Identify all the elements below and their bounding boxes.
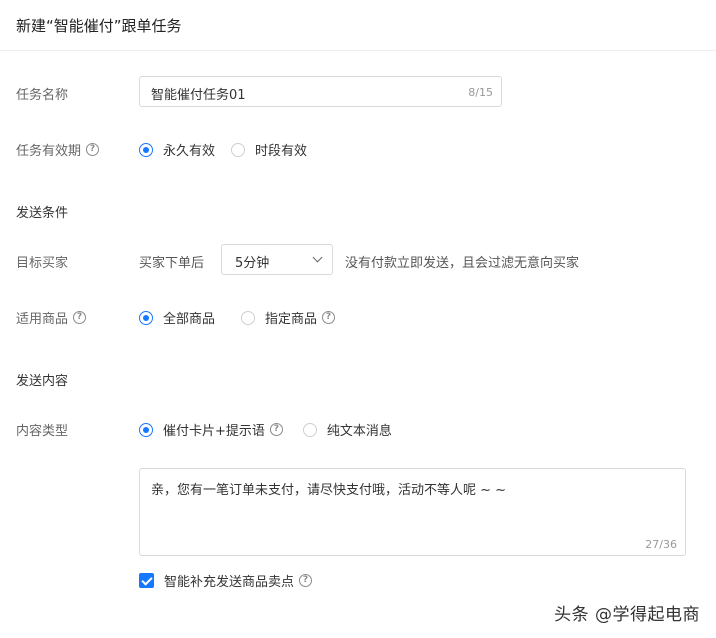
radio-card-plus-tip[interactable]: 催付卡片+提示语 ? [139, 420, 283, 439]
smart-supplement-label: 智能补充发送商品卖点 [164, 575, 295, 590]
chevron-down-icon [312, 252, 323, 263]
task-name-counter: 8/15 [468, 86, 493, 99]
radio-unchecked-icon[interactable] [302, 422, 317, 437]
radio-specific-goods[interactable]: 指定商品 ? [241, 308, 336, 327]
help-icon[interactable]: ? [322, 311, 336, 324]
radio-time-period-label: 时段有效 [255, 144, 308, 159]
page-header: 新建“智能催付”跟单任务 [0, 0, 716, 51]
radio-plain-text-label: 纯文本消息 [326, 424, 392, 439]
radio-card-plus-tip-label: 催付卡片+提示语 [163, 424, 265, 439]
radio-specific-goods-label: 指定商品 [265, 312, 318, 327]
validity-radio-group: 永久有效 时段有效 [139, 140, 323, 159]
help-icon[interactable]: ? [73, 311, 87, 324]
message-value: 亲，您有一笔订单未支付，请尽快支付哦，活动不等人呢 ~ ~ [151, 483, 507, 498]
message-counter: 27/36 [645, 538, 677, 551]
validity-label: 任务有效期 ? [16, 140, 100, 159]
help-icon[interactable]: ? [299, 574, 313, 587]
applicable-goods-label: 适用商品 ? [16, 308, 87, 327]
radio-plain-text[interactable]: 纯文本消息 [302, 420, 392, 439]
applicable-goods-radio-group: 全部商品 指定商品 ? [139, 308, 351, 327]
radio-unchecked-icon[interactable] [231, 142, 246, 157]
smart-supplement-option[interactable]: 智能补充发送商品卖点 ? [139, 571, 313, 590]
radio-time-period[interactable]: 时段有效 [231, 140, 307, 159]
target-buyer-label-text: 目标买家 [16, 256, 69, 271]
task-name-label-text: 任务名称 [16, 88, 69, 103]
radio-checked-icon[interactable] [139, 422, 153, 437]
help-icon[interactable]: ? [86, 143, 100, 156]
radio-permanent-label: 永久有效 [163, 144, 216, 159]
target-buyer-label: 目标买家 [16, 252, 68, 271]
content-type-label: 内容类型 [16, 420, 68, 439]
radio-unchecked-icon[interactable] [241, 310, 256, 325]
send-conditions-heading: 发送条件 [16, 206, 69, 221]
message-textarea[interactable]: 亲，您有一笔订单未支付，请尽快支付哦，活动不等人呢 ~ ~ 27/36 [139, 468, 686, 556]
delay-select[interactable]: 5分钟 [221, 244, 333, 275]
watermark: 头条 @学得起电商 [554, 605, 700, 625]
help-icon[interactable]: ? [269, 423, 283, 436]
radio-checked-icon[interactable] [139, 142, 153, 157]
content-type-label-text: 内容类型 [16, 424, 69, 439]
radio-all-goods[interactable]: 全部商品 [139, 308, 215, 327]
delay-select-value: 5分钟 [235, 256, 270, 271]
radio-permanent[interactable]: 永久有效 [139, 140, 215, 159]
target-buyer-prefix: 买家下单后 [139, 256, 205, 271]
page-title: 新建“智能催付”跟单任务 [16, 17, 182, 35]
task-name-input[interactable]: 智能催付任务01 8/15 [139, 76, 502, 107]
task-name-value: 智能催付任务01 [151, 88, 246, 103]
applicable-goods-label-text: 适用商品 [16, 312, 69, 327]
validity-label-text: 任务有效期 [16, 144, 82, 159]
content-type-radio-group: 催付卡片+提示语 ? 纯文本消息 [139, 420, 408, 439]
radio-checked-icon[interactable] [139, 310, 153, 325]
radio-all-goods-label: 全部商品 [163, 312, 216, 327]
send-content-heading: 发送内容 [16, 374, 69, 389]
task-name-label: 任务名称 [16, 84, 68, 103]
target-buyer-suffix: 没有付款立即发送，且会过滤无意向买家 [345, 256, 580, 271]
checkbox-checked-icon[interactable] [139, 573, 154, 588]
